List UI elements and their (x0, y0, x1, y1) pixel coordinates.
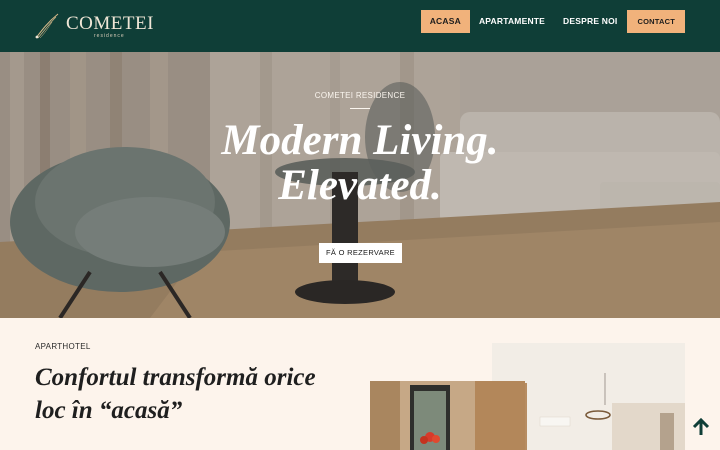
hero-title: Modern Living. Elevated. (0, 118, 720, 208)
contact-button[interactable]: CONTACT (627, 10, 685, 33)
hero-title-line-2: Elevated. (278, 162, 442, 209)
book-now-button[interactable]: FĂ O REZERVARE (319, 243, 402, 263)
hero-title-line-1: Modern Living. (221, 117, 499, 164)
site-header: COMETEI residence ACASA APARTAMENTE DESP… (0, 0, 720, 52)
arrow-up-icon[interactable] (690, 416, 712, 438)
nav-item-acasa[interactable]: ACASA (420, 10, 470, 33)
section-label: APARTHOTEL (35, 342, 91, 351)
hero-divider (350, 108, 370, 109)
section-title: Confortul transformă orice loc în “acasă… (35, 361, 335, 427)
comet-logo-icon (35, 13, 59, 39)
hero-section: COMETEI RESIDENCE Modern Living. Elevate… (0, 52, 720, 318)
apartment-photo-kitchen (370, 381, 525, 450)
apartment-kitchen-illustration (370, 381, 525, 450)
main-nav: ACASA APARTAMENTE DESPRE NOI CONTACT (420, 10, 685, 33)
logo-subtitle: residence (94, 33, 125, 39)
nav-item-apartamente[interactable]: APARTAMENTE (470, 10, 554, 33)
hero-kicker: COMETEI RESIDENCE (314, 91, 406, 100)
section-title-line-1: Confortul transformă orice (35, 364, 316, 391)
nav-item-despre-noi[interactable]: DESPRE NOI (554, 10, 626, 33)
logo[interactable]: COMETEI residence (34, 10, 164, 42)
logo-text: COMETEI (66, 13, 154, 34)
section-title-line-2: loc în “acasă” (35, 397, 183, 424)
